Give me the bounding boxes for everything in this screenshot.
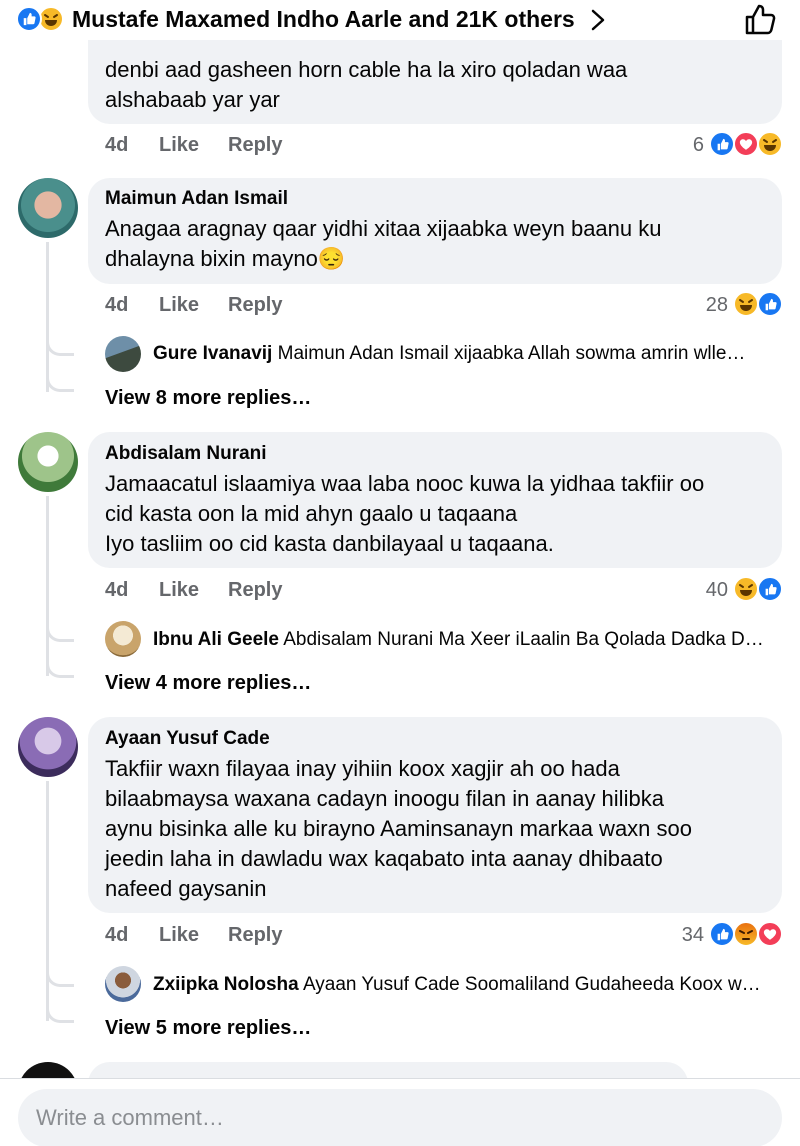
comment-time[interactable]: 4d [105, 579, 128, 602]
thread-connector [46, 622, 74, 642]
comment-input[interactable] [36, 1089, 756, 1146]
thread-connector [46, 336, 74, 356]
avatar[interactable] [105, 621, 141, 657]
reply-text: Abdisalam Nurani Ma Xeer iLaalin Ba Qola… [283, 629, 764, 650]
angry-icon [733, 921, 759, 947]
thumbs-up-outline-icon[interactable] [742, 2, 778, 38]
comment-composer-bar [0, 1078, 800, 1146]
reactions-header: Mustafe Maxamed Indho Aarle and 21K othe… [0, 0, 800, 40]
comment-text-line: Takfiir waxn filayaa inay yihiin koox xa… [105, 756, 620, 781]
comment-author[interactable]: Abdisalam Nurani [105, 443, 267, 465]
comment-composer[interactable] [18, 1089, 782, 1146]
reaction-count[interactable]: 40 [688, 579, 728, 602]
comment-text-line: Jamaacatul islaamiya waa laba nooc kuwa … [105, 471, 705, 496]
reply-button[interactable]: Reply [228, 134, 282, 157]
comment-text-line: jeedin laha in dawladu wax kaqabato inta… [105, 846, 663, 871]
like-icon [757, 291, 783, 317]
comment-text-line: dhalayna bixin mayno😔 [105, 246, 346, 271]
comment-time[interactable]: 4d [105, 294, 128, 317]
reply-author[interactable]: Ibnu Ali Geele [153, 629, 279, 650]
reaction-icons-summary[interactable] [16, 6, 68, 32]
reply-button[interactable]: Reply [228, 579, 282, 602]
reaction-count[interactable]: 28 [688, 294, 728, 317]
avatar[interactable] [105, 966, 141, 1002]
reaction-count[interactable]: 6 [664, 134, 704, 157]
like-icon [757, 576, 783, 602]
avatar[interactable] [18, 432, 78, 492]
comment-text-line: alshabaab yar yar [105, 87, 280, 112]
comment-author[interactable]: Ayaan Yusuf Cade [105, 728, 270, 750]
reaction-count[interactable]: 34 [664, 924, 704, 947]
view-more-replies-link[interactable]: View 4 more replies… [105, 672, 311, 695]
thread-line [46, 781, 49, 1021]
thread-connector [46, 658, 74, 678]
reply-preview[interactable]: Gure Ivanavij Maimun Adan Ismail xijaabk… [153, 343, 783, 365]
like-button[interactable]: Like [159, 924, 199, 947]
thread-line [46, 242, 49, 392]
comment-text-line: Iyo tasliim oo cid kasta danbilayaal u t… [105, 531, 554, 556]
thread-connector [46, 967, 74, 987]
like-icon [16, 6, 42, 32]
comment-author[interactable]: Maimun Adan Ismail [105, 188, 288, 210]
avatar[interactable] [18, 717, 78, 777]
reply-text: Ayaan Yusuf Cade Soomaliland Gudaheeda K… [302, 974, 761, 995]
haha-icon [757, 131, 783, 157]
comment-text-line: nafeed gaysanin [105, 876, 267, 901]
thread-line [46, 496, 49, 676]
like-button[interactable]: Like [159, 134, 199, 157]
love-icon [757, 921, 783, 947]
like-icon [709, 921, 735, 947]
like-button[interactable]: Like [159, 294, 199, 317]
view-more-replies-link[interactable]: View 8 more replies… [105, 387, 311, 410]
haha-icon [733, 576, 759, 602]
comment-text-line: denbi aad gasheen horn cable ha la xiro … [105, 57, 628, 82]
reply-preview[interactable]: Zxiipka Nolosha Ayaan Yusuf Cade Soomali… [153, 974, 783, 996]
haha-icon [733, 291, 759, 317]
reply-author[interactable]: Zxiipka Nolosha [153, 974, 299, 995]
comment-text-line: Anagaa aragnay qaar yidhi xitaa xijaabka… [105, 216, 662, 241]
like-button[interactable]: Like [159, 579, 199, 602]
view-more-replies-link[interactable]: View 5 more replies… [105, 1017, 311, 1040]
comment-time[interactable]: 4d [105, 924, 128, 947]
avatar[interactable] [105, 336, 141, 372]
comment-text-line: bilaabmaysa waxana cadayn inoogu filan i… [105, 786, 664, 811]
like-icon [709, 131, 735, 157]
thread-connector [46, 1003, 74, 1023]
reply-author[interactable]: Gure Ivanavij [153, 343, 272, 364]
love-icon [733, 131, 759, 157]
reply-preview[interactable]: Ibnu Ali Geele Abdisalam Nurani Ma Xeer … [153, 629, 783, 651]
thread-connector [46, 372, 74, 392]
reactions-summary-link[interactable]: Mustafe Maxamed Indho Aarle and 21K othe… [72, 6, 575, 33]
reply-button[interactable]: Reply [228, 294, 282, 317]
comment-bubble[interactable] [88, 1062, 688, 1078]
comments-list: denbi aad gasheen horn cable ha la xiro … [0, 40, 800, 1078]
comment-text-line: cid kasta oon la mid ahyn gaalo u taqaan… [105, 501, 518, 526]
avatar[interactable] [18, 1062, 78, 1078]
avatar[interactable] [18, 178, 78, 238]
reply-button[interactable]: Reply [228, 924, 282, 947]
reply-text: Maimun Adan Ismail xijaabka Allah sowma … [277, 343, 746, 364]
chevron-right-icon[interactable] [588, 8, 608, 32]
comment-text-line: aynu bisinka alle ku birayno Aaminsanayn… [105, 816, 692, 841]
comment-time[interactable]: 4d [105, 134, 128, 157]
